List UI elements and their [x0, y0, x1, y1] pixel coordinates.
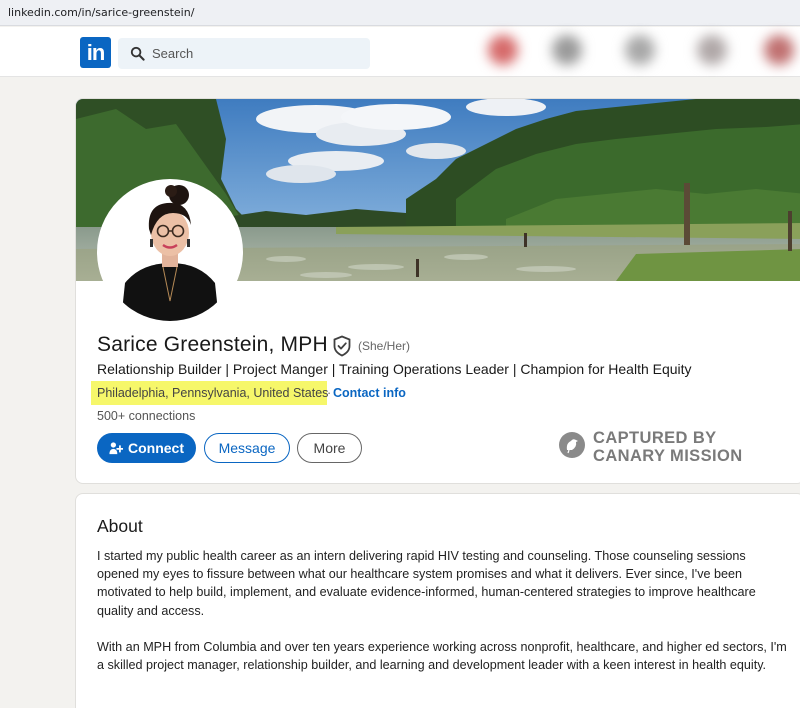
search-input[interactable] [152, 38, 362, 69]
linkedin-logo[interactable]: in [80, 37, 111, 68]
search-icon [130, 46, 145, 61]
watermark-line1: CAPTURED BY [593, 429, 717, 447]
nav-item-blurred[interactable] [697, 35, 727, 65]
about-paragraph-1: I started my public health career as an … [97, 549, 756, 618]
nav-item-blurred[interactable] [488, 35, 518, 65]
profile-photo-image [101, 183, 239, 321]
about-section: About I started my public health career … [75, 493, 800, 708]
top-navigation: in [0, 27, 800, 77]
connections-count: 500+ connections [97, 409, 196, 423]
url-text[interactable]: linkedin.com/in/sarice-greenstein/ [8, 6, 194, 19]
connect-button[interactable]: Connect [97, 433, 196, 463]
watermark-line2: CANARY MISSION [593, 447, 743, 465]
more-label: More [313, 440, 346, 456]
add-person-icon [109, 442, 123, 455]
contact-info-link[interactable]: Contact info [333, 386, 406, 400]
connect-label: Connect [128, 440, 184, 456]
message-button[interactable]: Message [204, 433, 290, 463]
browser-address-bar[interactable]: linkedin.com/in/sarice-greenstein/ [0, 0, 800, 26]
message-label: Message [218, 440, 276, 456]
profile-headline: Relationship Builder | Project Manger | … [97, 361, 692, 377]
profile-photo[interactable] [97, 179, 243, 325]
nav-item-blurred[interactable] [552, 35, 582, 65]
profile-location: Philadelphia, Pennsylvania, United State… [97, 386, 329, 400]
nav-item-blurred[interactable] [764, 35, 794, 65]
nav-item-blurred[interactable] [625, 35, 655, 65]
about-title: About [97, 516, 143, 536]
verified-shield-icon[interactable] [332, 335, 352, 357]
search-bar[interactable] [118, 38, 370, 69]
pronouns: (She/Her) [358, 339, 411, 353]
canary-mission-watermark: CAPTURED BY CANARY MISSION [558, 428, 758, 468]
more-button[interactable]: More [297, 433, 362, 463]
about-paragraph-2: With an MPH from Columbia and over ten y… [97, 640, 787, 673]
profile-card: Sarice Greenstein, MPH (She/Her) Relatio… [75, 98, 800, 484]
canary-bird-icon [559, 432, 585, 458]
profile-name: Sarice Greenstein, MPH [97, 333, 328, 356]
separator-dot: · [327, 386, 332, 400]
